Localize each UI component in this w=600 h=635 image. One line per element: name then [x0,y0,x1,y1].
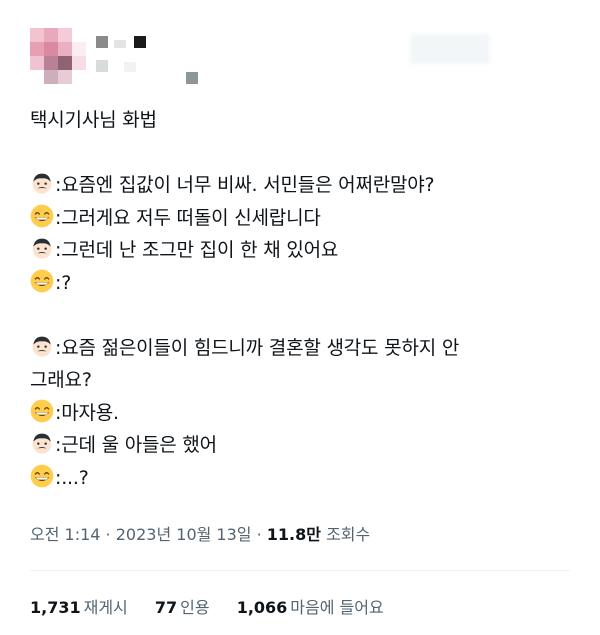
grin-icon [30,269,54,293]
quotes-count: 77 [154,598,178,617]
blurred-display-name [94,34,214,84]
meta-separator: · [100,525,116,544]
tweet-meta: 오전 1:14 · 2023년 10월 13일 · 11.8만 조회수 [30,521,370,545]
views-label: 조회수 [326,525,371,544]
dialogue-block-1: :요즘엔 집값이 너무 비싸. 서민들은 어쩌란말야?:그러게요 저두 떠돌이 … [30,169,570,299]
dialogue-line: :그러게요 저두 떠돌이 신세랍니다 [30,202,570,235]
tweet-title: 택시기사님 화법 [30,109,157,131]
likes-stat[interactable]: 1,066 마음에 들어요 [237,598,384,617]
tweet-time[interactable]: 오전 1:14 [30,525,100,544]
views-count: 11.8만 [266,525,321,544]
driver-icon [30,431,54,455]
divider [30,570,570,571]
reposts-label: 재게시 [83,598,128,617]
avatar[interactable] [30,28,86,84]
grin-icon [30,204,54,228]
reposts-stat[interactable]: 1,731 재게시 [30,598,128,617]
dialogue-line: :...? [30,462,570,495]
quotes-label: 인용 [180,598,210,617]
likes-count: 1,066 [236,598,288,617]
driver-icon [30,171,54,195]
tweet-date[interactable]: 2023년 10월 13일 [116,525,252,544]
dialogue-line: :? [30,267,570,300]
driver-icon [30,236,54,260]
dialogue-line: :요즘엔 집값이 너무 비싸. 서민들은 어쩌란말야? [30,169,570,202]
grin-icon [30,464,54,488]
dialogue-line: :근데 울 아들은 했어 [30,429,570,462]
grin-icon [30,399,54,423]
dialogue-line: :요즘 젊은이들이 힘드니까 결혼할 생각도 못하지 안 [30,332,570,365]
dialogue-line: :그런데 난 조그만 집이 한 채 있어요 [30,234,570,267]
meta-separator: · [251,525,267,544]
reposts-count: 1,731 [30,598,81,617]
quotes-stat[interactable]: 77 인용 [155,598,210,617]
tweet-text: 택시기사님 화법 :요즘엔 집값이 너무 비싸. 서민들은 어쩌란말야?:그러게… [30,104,570,494]
dialogue-block-2: :마자용.:근데 울 아들은 했어:...? [30,397,570,495]
blurred-handle [410,34,490,64]
dialogue-line: :마자용. [30,397,570,430]
likes-label: 마음에 들어요 [290,598,384,617]
tweet-stats: 1,731 재게시 77 인용 1,066 마음에 들어요 [30,594,406,618]
dialogue-line-continued: 그래요? [30,369,92,391]
tweet-header [30,28,570,92]
driver-icon [30,334,54,358]
